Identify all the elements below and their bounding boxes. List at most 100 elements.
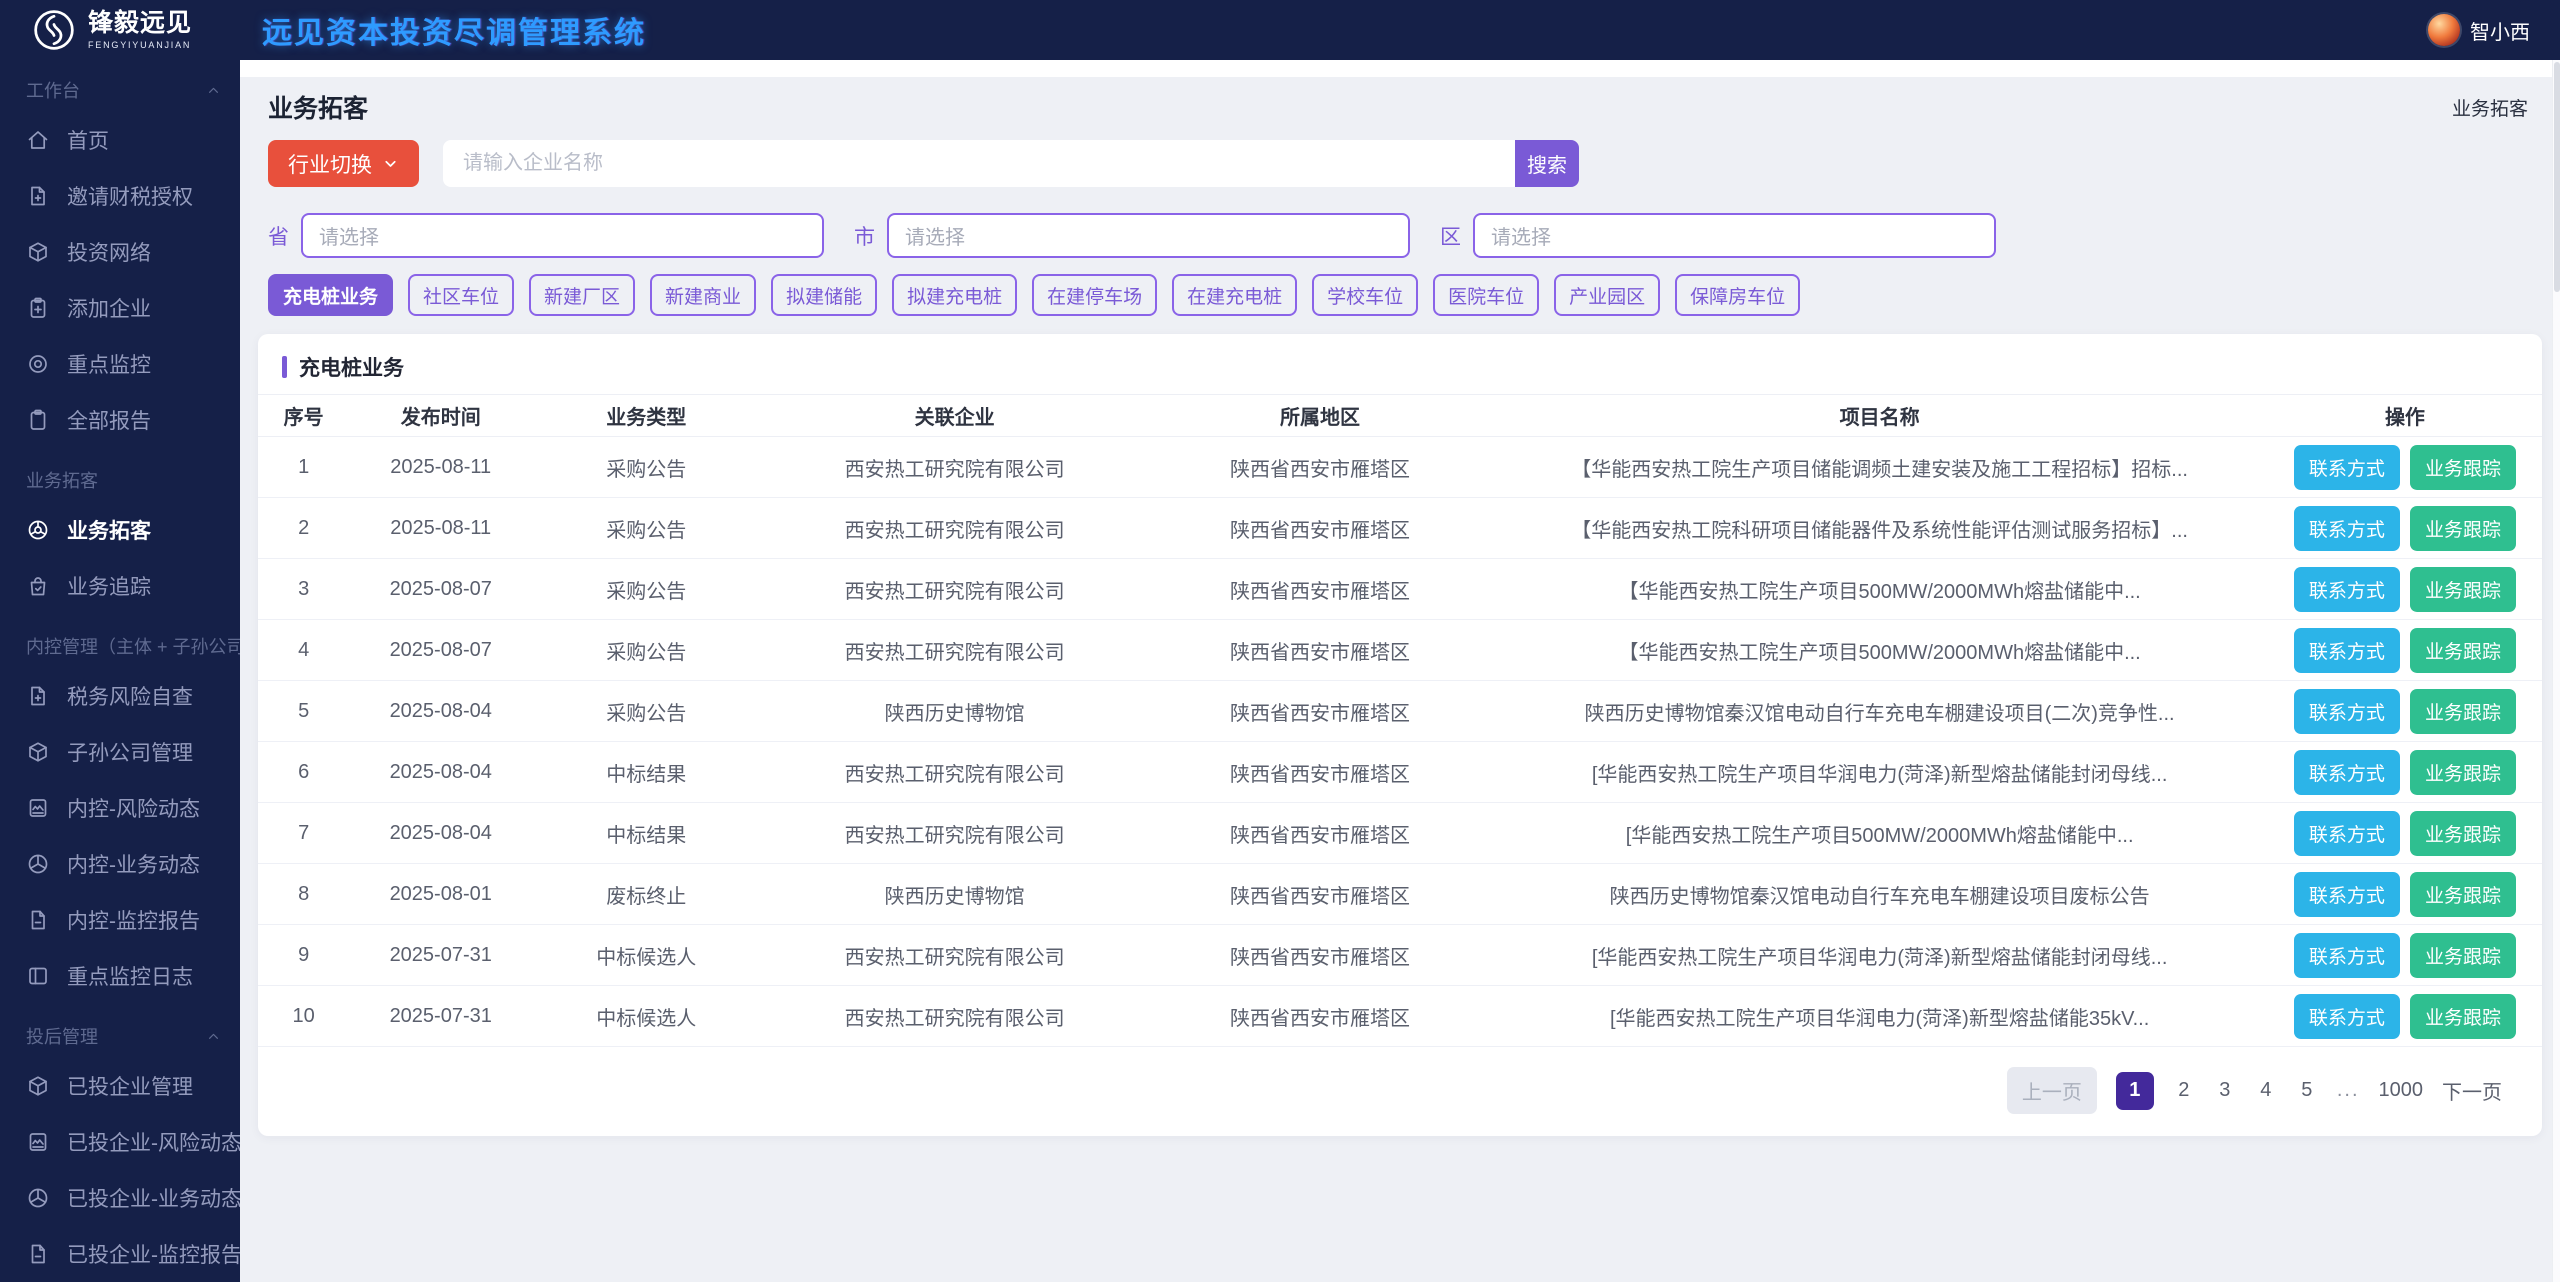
scrollbar[interactable] xyxy=(2552,60,2560,1282)
sidebar-item[interactable]: 全部报告 xyxy=(0,392,240,448)
page-number-button[interactable]: 3 xyxy=(2214,1079,2236,1102)
sidebar-item[interactable]: 业务追踪 xyxy=(0,558,240,614)
sidebar-item-label: 已投企业-业务动态 xyxy=(67,1183,240,1213)
page-number-button[interactable]: 2 xyxy=(2173,1079,2195,1102)
cell-type: 中标结果 xyxy=(532,803,760,864)
sidebar-group-label[interactable]: 业务拓客 xyxy=(0,458,240,502)
brand-name: 锋毅远见 xyxy=(88,10,192,36)
sidebar-item[interactable]: 业务拓客 xyxy=(0,502,240,558)
columns-icon xyxy=(26,964,50,988)
contact-button[interactable]: 联系方式 xyxy=(2294,567,2400,612)
region-select[interactable]: 请选择 xyxy=(301,213,824,258)
sidebar-group-label[interactable]: 工作台 xyxy=(0,68,240,112)
sidebar-item[interactable]: 重点监控日志 xyxy=(0,948,240,1004)
sidebar-item[interactable]: 首页 xyxy=(0,112,240,168)
category-tab[interactable]: 保障房车位 xyxy=(1675,274,1800,316)
page-number-button[interactable]: 1000 xyxy=(2379,1079,2424,1102)
track-button[interactable]: 业务跟踪 xyxy=(2410,689,2516,734)
avatar[interactable] xyxy=(2428,14,2460,46)
category-tab[interactable]: 产业园区 xyxy=(1554,274,1660,316)
column-header: 序号 xyxy=(258,395,349,437)
page-number-button[interactable]: 1 xyxy=(2116,1072,2154,1110)
prev-page-button[interactable]: 上一页 xyxy=(2007,1067,2097,1114)
track-button[interactable]: 业务跟踪 xyxy=(2410,872,2516,917)
category-tab[interactable]: 社区车位 xyxy=(408,274,514,316)
sidebar-item[interactable]: 税务风险自查 xyxy=(0,668,240,724)
track-button[interactable]: 业务跟踪 xyxy=(2410,567,2516,612)
cell-region: 陕西省西安市雁塔区 xyxy=(1149,803,1492,864)
track-button[interactable]: 业务跟踪 xyxy=(2410,750,2516,795)
category-tab[interactable]: 拟建储能 xyxy=(771,274,877,316)
scrollbar-thumb[interactable] xyxy=(2554,62,2560,292)
sidebar-item[interactable]: 子孙公司管理 xyxy=(0,724,240,780)
category-tab[interactable]: 充电桩业务 xyxy=(268,274,393,316)
sidebar-item[interactable]: 内控-风险动态 xyxy=(0,780,240,836)
category-tab[interactable]: 在建充电桩 xyxy=(1172,274,1297,316)
industry-switch-button[interactable]: 行业切换 xyxy=(268,140,419,187)
track-button[interactable]: 业务跟踪 xyxy=(2410,506,2516,551)
next-page-button[interactable]: 下一页 xyxy=(2442,1076,2502,1105)
cell-actions: 联系方式业务跟踪 xyxy=(2268,925,2542,986)
cell-type: 采购公告 xyxy=(532,498,760,559)
user-menu[interactable]: 智小西 xyxy=(2428,14,2530,46)
track-button[interactable]: 业务跟踪 xyxy=(2410,445,2516,490)
cell-no: 7 xyxy=(258,803,349,864)
file-minus-icon xyxy=(26,1242,50,1266)
sidebar-item[interactable]: 添加企业 xyxy=(0,280,240,336)
bag-check-icon xyxy=(26,574,50,598)
sidebar-item[interactable]: 投资网络 xyxy=(0,224,240,280)
pagination: 上一页12345...1000下一页 xyxy=(258,1047,2542,1136)
cell-actions: 联系方式业务跟踪 xyxy=(2268,803,2542,864)
track-button[interactable]: 业务跟踪 xyxy=(2410,811,2516,856)
column-header: 业务类型 xyxy=(532,395,760,437)
main-content: 业务拓客 业务拓客 行业切换 搜索 省请选择市请选择区请选择 充电桩业务社区车位… xyxy=(240,60,2560,1282)
contact-button[interactable]: 联系方式 xyxy=(2294,811,2400,856)
category-tab[interactable]: 新建厂区 xyxy=(529,274,635,316)
chevron-up-icon xyxy=(205,1028,222,1045)
section-head: 充电桩业务 xyxy=(258,334,2542,394)
sidebar-item[interactable]: 内控-监控报告 xyxy=(0,892,240,948)
cell-project: [华能西安热工院生产项目华润电力(菏泽)新型熔盐储能35kV... xyxy=(1491,986,2268,1047)
track-button[interactable]: 业务跟踪 xyxy=(2410,933,2516,978)
category-tab[interactable]: 拟建充电桩 xyxy=(892,274,1017,316)
sidebar-item[interactable]: 重点监控 xyxy=(0,336,240,392)
cell-type: 中标候选人 xyxy=(532,925,760,986)
sidebar-item-label: 已投企业-风险动态 xyxy=(67,1127,240,1157)
sidebar-item[interactable]: 邀请财税授权 xyxy=(0,168,240,224)
region-select[interactable]: 请选择 xyxy=(1473,213,1996,258)
contact-button[interactable]: 联系方式 xyxy=(2294,689,2400,734)
sidebar-item-label: 业务追踪 xyxy=(67,571,151,601)
track-button[interactable]: 业务跟踪 xyxy=(2410,994,2516,1039)
track-button[interactable]: 业务跟踪 xyxy=(2410,628,2516,673)
sidebar-group-label[interactable]: 投后管理 xyxy=(0,1014,240,1058)
sidebar-item[interactable]: 已投企业-风险动态 xyxy=(0,1114,240,1170)
contact-button[interactable]: 联系方式 xyxy=(2294,750,2400,795)
sidebar-item[interactable]: 已投企业管理 xyxy=(0,1058,240,1114)
search-button[interactable]: 搜索 xyxy=(1515,140,1579,187)
region-select[interactable]: 请选择 xyxy=(887,213,1410,258)
contact-button[interactable]: 联系方式 xyxy=(2294,506,2400,551)
company-search-input[interactable] xyxy=(443,140,1515,187)
sidebar-item[interactable]: 已投企业-监控报告 xyxy=(0,1226,240,1282)
table-row: 92025-07-31中标候选人西安热工研究院有限公司陕西省西安市雁塔区[华能西… xyxy=(258,925,2542,986)
region-label: 市 xyxy=(854,221,875,251)
category-tab[interactable]: 学校车位 xyxy=(1312,274,1418,316)
cell-company: 西安热工研究院有限公司 xyxy=(760,986,1148,1047)
category-tab[interactable]: 新建商业 xyxy=(650,274,756,316)
category-tab[interactable]: 在建停车场 xyxy=(1032,274,1157,316)
contact-button[interactable]: 联系方式 xyxy=(2294,628,2400,673)
sidebar-item[interactable]: 已投企业-业务动态 xyxy=(0,1170,240,1226)
cell-company: 西安热工研究院有限公司 xyxy=(760,925,1148,986)
contact-button[interactable]: 联系方式 xyxy=(2294,994,2400,1039)
sidebar-item[interactable]: 内控-业务动态 xyxy=(0,836,240,892)
cell-region: 陕西省西安市雁塔区 xyxy=(1149,559,1492,620)
category-tab[interactable]: 医院车位 xyxy=(1433,274,1539,316)
cell-actions: 联系方式业务跟踪 xyxy=(2268,986,2542,1047)
page-number-button[interactable]: 4 xyxy=(2255,1079,2277,1102)
contact-button[interactable]: 联系方式 xyxy=(2294,933,2400,978)
contact-button[interactable]: 联系方式 xyxy=(2294,872,2400,917)
contact-button[interactable]: 联系方式 xyxy=(2294,445,2400,490)
sidebar-group-label[interactable]: 内控管理（主体 + 子孙公司） xyxy=(0,624,240,668)
page-number-button[interactable]: 5 xyxy=(2296,1079,2318,1102)
cell-project: [华能西安热工院生产项目500MW/2000MWh熔盐储能中... xyxy=(1491,803,2268,864)
